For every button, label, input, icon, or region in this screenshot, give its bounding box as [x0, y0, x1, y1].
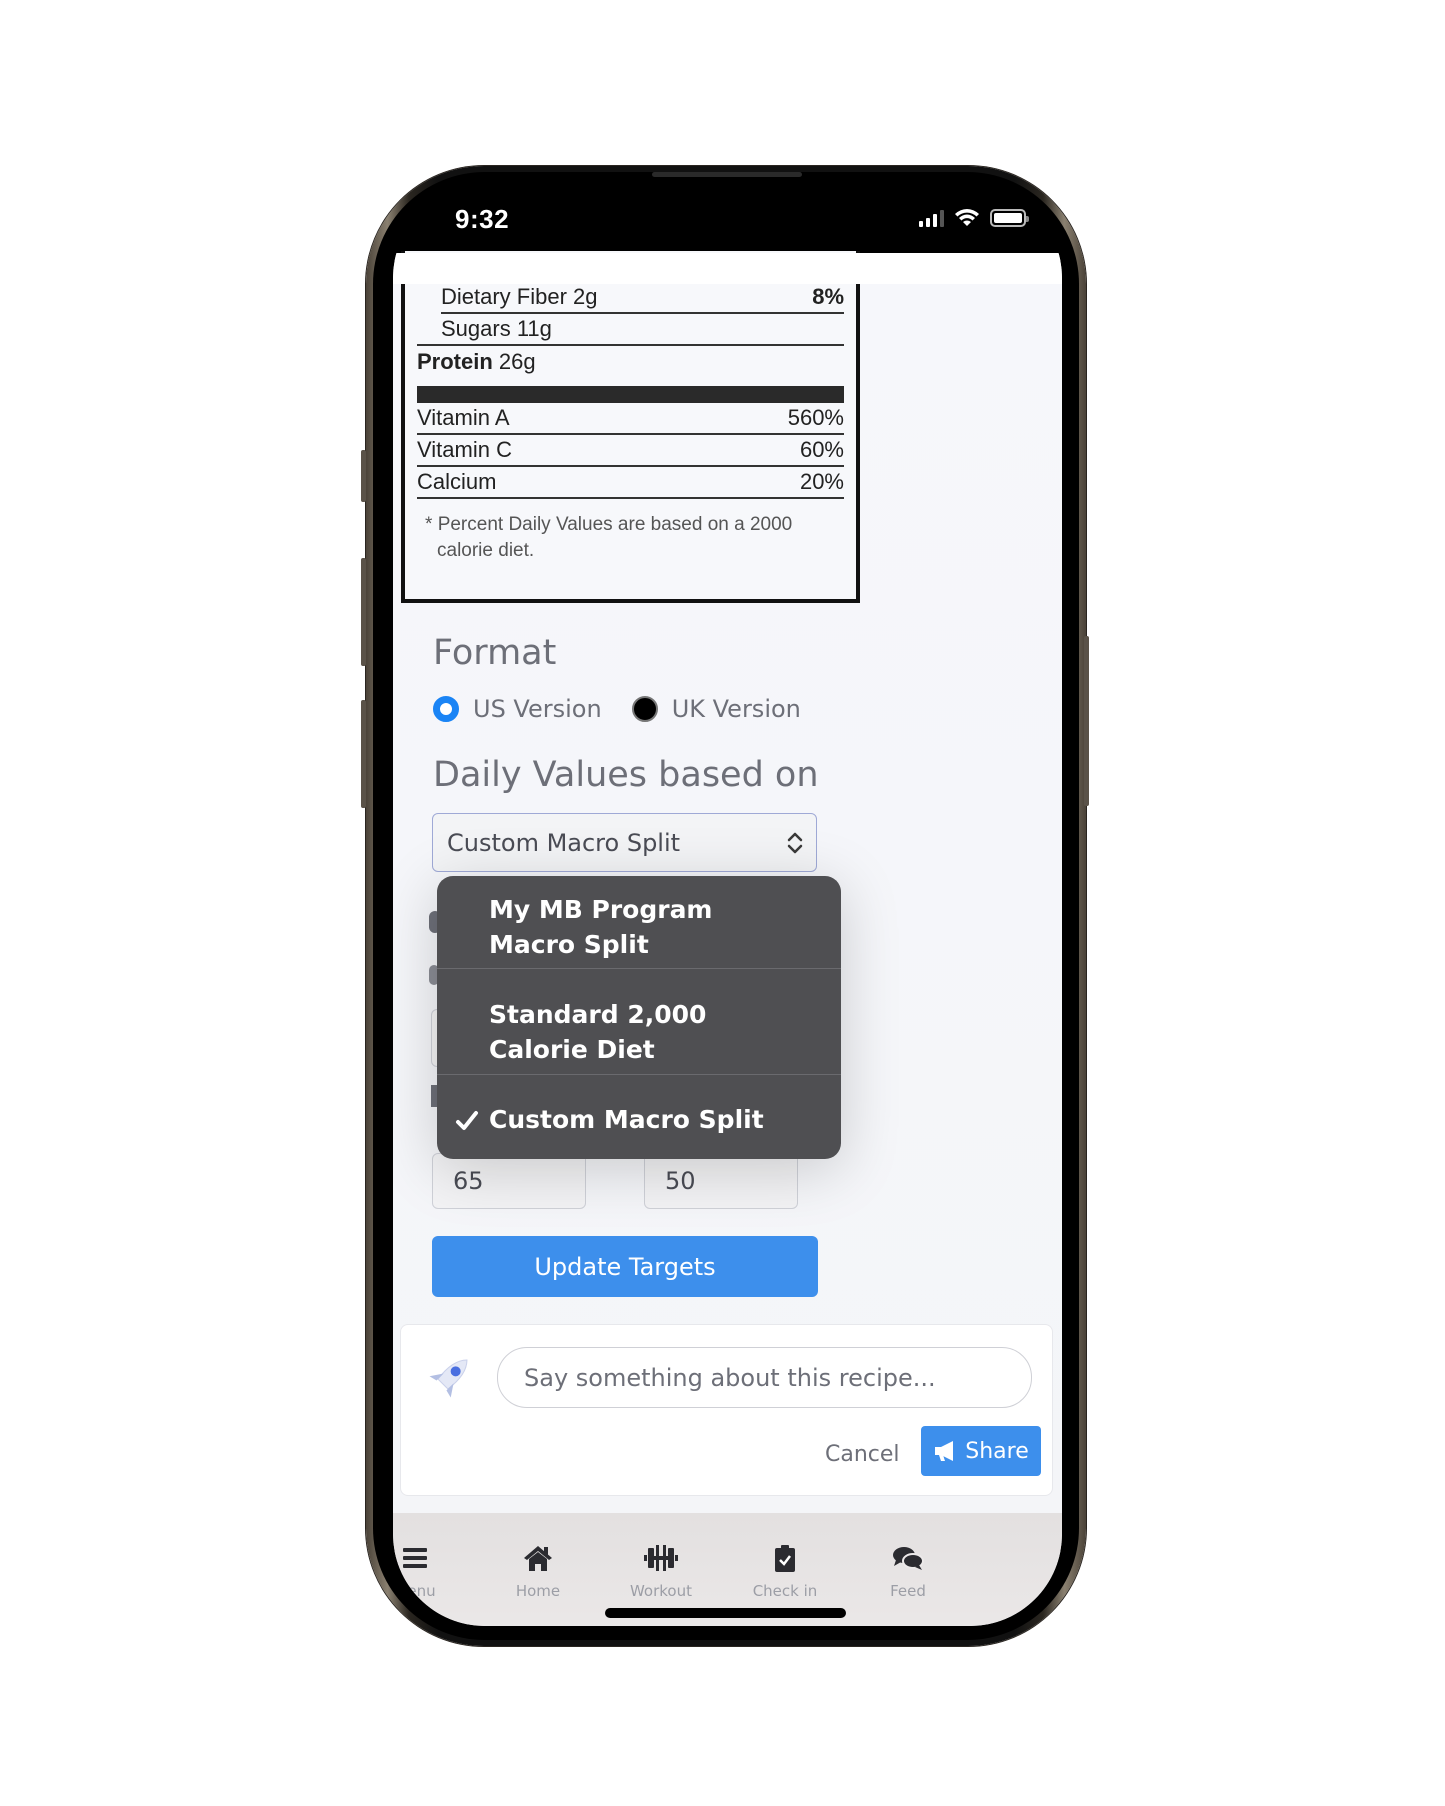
mute-switch — [361, 450, 366, 502]
volume-down-button — [361, 700, 366, 808]
dropdown-option-standard-2000[interactable]: Standard 2,000 Calorie Diet — [437, 997, 841, 1067]
tab-check-in[interactable]: Check in — [735, 1542, 835, 1600]
status-icons — [919, 208, 1029, 228]
bottom-tab-bar: Menu Home Workout Check in Feed — [393, 1513, 1062, 1626]
top-header-band — [393, 253, 1062, 284]
option-label: Custom Macro Split — [489, 1105, 764, 1134]
share-button[interactable]: Share — [921, 1426, 1041, 1476]
tab-label: Menu — [394, 1582, 436, 1600]
tab-menu[interactable]: Menu — [393, 1542, 465, 1600]
vitamin-row: Vitamin C 60% — [417, 435, 844, 467]
comment-placeholder: Say something about this recipe... — [524, 1363, 936, 1392]
macro-input-a-value: 65 — [453, 1167, 484, 1195]
option-label: Macro Split — [489, 930, 649, 959]
nutrient-name: Protein — [417, 349, 493, 374]
nutrition-thick-divider — [417, 386, 844, 403]
rocket-icon — [429, 1359, 468, 1398]
uk-version-label[interactable]: UK Version — [672, 695, 801, 723]
home-icon — [522, 1542, 554, 1574]
app-content: Total Carbohydrates 15g 5% Dietary Fiber… — [393, 251, 1062, 1626]
nutrition-row: Dietary Fiber 2g 8% — [441, 282, 844, 314]
option-label: Standard 2,000 — [489, 1000, 707, 1029]
select-value: Custom Macro Split — [447, 828, 681, 857]
option-label: Calorie Diet — [489, 1035, 655, 1064]
vitamin-row: Calcium 20% — [417, 467, 844, 499]
tab-label: Workout — [629, 1582, 692, 1600]
battery-icon — [990, 209, 1029, 227]
macro-input-b[interactable]: 50 — [644, 1153, 798, 1209]
nutrition-footnote: * Percent Daily Values are based on a 20… — [423, 512, 844, 564]
share-label: Share — [965, 1438, 1029, 1464]
update-targets-button[interactable]: Update Targets — [432, 1236, 818, 1297]
home-indicator[interactable] — [605, 1608, 846, 1618]
daily-values-dropdown-menu: My MB Program Macro Split Standard 2,000… — [437, 876, 841, 1159]
vitamin-row: Vitamin A 560% — [417, 403, 844, 435]
tab-label: Check in — [752, 1582, 818, 1600]
cancel-button[interactable]: Cancel — [825, 1429, 900, 1479]
macro-input-b-value: 50 — [665, 1167, 696, 1195]
wifi-icon — [955, 209, 979, 226]
format-heading: Format — [433, 633, 557, 673]
nutrient-amount: 26g — [498, 349, 536, 374]
status-bar: 9:32 — [393, 186, 1062, 253]
us-version-radio[interactable] — [433, 696, 459, 722]
us-version-label[interactable]: US Version — [473, 695, 602, 723]
comments-icon — [892, 1542, 924, 1574]
dropdown-option-custom-macro[interactable]: Custom Macro Split — [437, 1102, 841, 1137]
comment-input[interactable]: Say something about this recipe... — [497, 1347, 1032, 1408]
nutrition-row: Sugars 11g — [417, 314, 844, 346]
tab-label: Home — [515, 1582, 561, 1600]
footnote-marker: * — [425, 514, 433, 535]
macro-input-a[interactable]: 65 — [432, 1153, 586, 1209]
dropdown-divider — [437, 1074, 841, 1075]
vitamin-name: Vitamin C — [417, 437, 512, 462]
nutrition-row: Protein 26g — [417, 346, 844, 378]
uk-version-radio[interactable] — [631, 696, 658, 722]
status-time: 9:32 — [455, 204, 510, 234]
daily-values-heading: Daily Values based on — [433, 755, 819, 795]
tab-workout[interactable]: Workout — [611, 1542, 711, 1600]
signal-icon — [919, 209, 944, 227]
nutrient-dv: 8% — [812, 284, 844, 309]
dropdown-option-mb-program[interactable]: My MB Program Macro Split — [437, 892, 841, 962]
checkmark-icon — [456, 1111, 478, 1130]
vitamin-dv: 20% — [799, 469, 844, 494]
nutrition-facts-label: Total Carbohydrates 15g 5% Dietary Fiber… — [401, 251, 860, 603]
vitamin-name: Calcium — [417, 469, 497, 494]
bullhorn-icon — [935, 1441, 954, 1461]
daily-values-select[interactable]: Custom Macro Split — [432, 813, 817, 872]
tab-label: Feed — [890, 1582, 926, 1600]
dropdown-divider — [437, 968, 841, 969]
footnote-text: Percent Daily Values are based on a 2000… — [437, 514, 793, 561]
vitamin-name: Vitamin A — [417, 405, 510, 430]
vitamin-dv: 60% — [799, 437, 844, 462]
dumbbell-icon — [644, 1542, 678, 1574]
nutrient-name: Sugars 11g — [441, 316, 552, 341]
phone-screen: 9:32 Total Carbohydrates 15g 5% Dietary … — [393, 186, 1062, 1626]
clipboard-check-icon — [774, 1542, 796, 1574]
menu-icon — [402, 1542, 428, 1574]
format-radio-group: US Version UK Version — [433, 695, 801, 723]
tab-feed[interactable]: Feed — [858, 1542, 958, 1600]
vitamin-dv: 560% — [787, 405, 844, 430]
volume-up-button — [361, 558, 366, 666]
chevron-up-down-icon — [787, 832, 803, 854]
power-button — [1084, 636, 1089, 806]
speaker-grille — [652, 172, 802, 177]
option-label: My MB Program — [489, 895, 713, 924]
comment-card: Say something about this recipe... Cance… — [400, 1324, 1053, 1496]
nutrient-name: Dietary Fiber 2g — [441, 284, 598, 309]
tab-home[interactable]: Home — [488, 1542, 588, 1600]
